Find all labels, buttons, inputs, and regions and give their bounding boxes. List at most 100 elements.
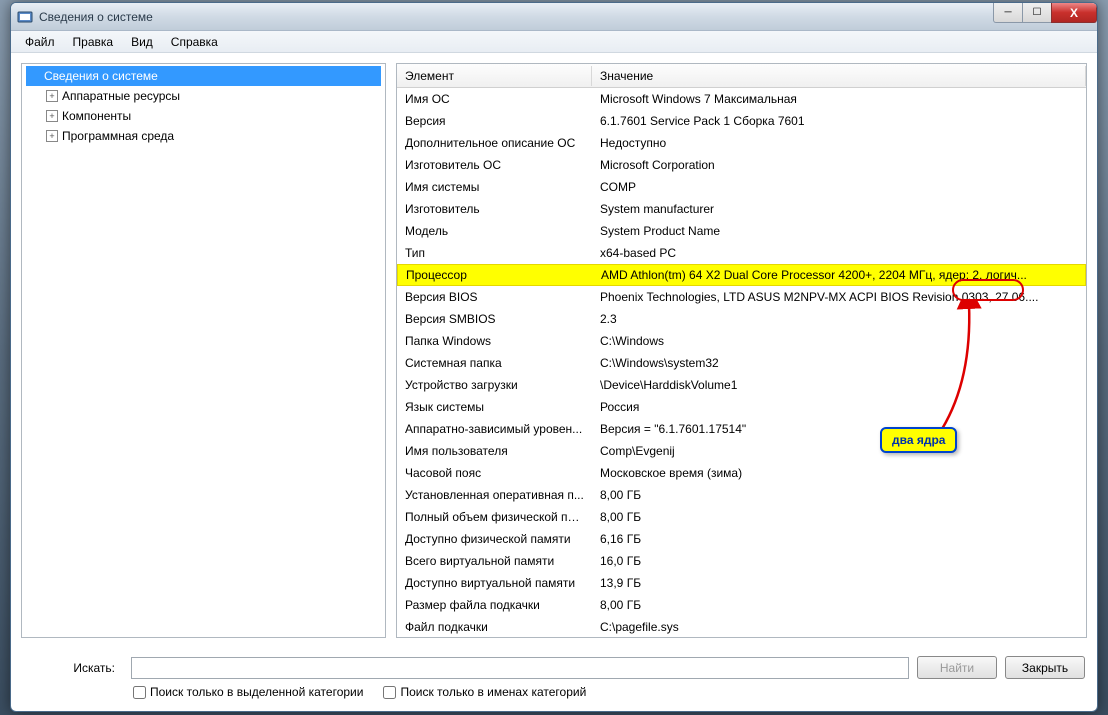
table-row[interactable]: Дополнительное описание ОСНедоступно bbox=[397, 132, 1086, 154]
tree-root-system-summary[interactable]: + Сведения о системе bbox=[26, 66, 381, 86]
cell-value: System Product Name bbox=[592, 224, 1086, 238]
cell-element: Файл подкачки bbox=[397, 620, 592, 634]
cell-value: 8,00 ГБ bbox=[592, 598, 1086, 612]
details-list[interactable]: Имя ОСMicrosoft Windows 7 МаксимальнаяВе… bbox=[397, 88, 1086, 637]
window-title: Сведения о системе bbox=[39, 10, 153, 24]
menu-file[interactable]: Файл bbox=[17, 33, 63, 51]
tree-components[interactable]: + Компоненты bbox=[44, 106, 381, 126]
cell-element: Дополнительное описание ОС bbox=[397, 136, 592, 150]
search-input[interactable] bbox=[131, 657, 909, 679]
menu-help[interactable]: Справка bbox=[163, 33, 226, 51]
category-tree[interactable]: + Сведения о системе + Аппаратные ресурс… bbox=[22, 64, 385, 148]
content-area: + Сведения о системе + Аппаратные ресурс… bbox=[11, 53, 1097, 648]
tree-software-environment[interactable]: + Программная среда bbox=[44, 126, 381, 146]
cell-value: COMP bbox=[592, 180, 1086, 194]
table-row[interactable]: Доступно виртуальной памяти13,9 ГБ bbox=[397, 572, 1086, 594]
table-row[interactable]: МодельSystem Product Name bbox=[397, 220, 1086, 242]
cell-value: System manufacturer bbox=[592, 202, 1086, 216]
details-header: Элемент Значение bbox=[397, 64, 1086, 88]
cell-value: 13,9 ГБ bbox=[592, 576, 1086, 590]
expand-icon[interactable]: + bbox=[46, 110, 58, 122]
table-row[interactable]: Версия6.1.7601 Service Pack 1 Сборка 760… bbox=[397, 110, 1086, 132]
cell-value: C:\Windows bbox=[592, 334, 1086, 348]
cell-element: Версия bbox=[397, 114, 592, 128]
tree-label: Программная среда bbox=[62, 129, 174, 143]
cell-value: Microsoft Corporation bbox=[592, 158, 1086, 172]
cell-value: Московское время (зима) bbox=[592, 466, 1086, 480]
table-row[interactable]: Часовой поясМосковское время (зима) bbox=[397, 462, 1086, 484]
cell-value: 16,0 ГБ bbox=[592, 554, 1086, 568]
cell-value: C:\pagefile.sys bbox=[592, 620, 1086, 634]
table-row[interactable]: Папка WindowsC:\Windows bbox=[397, 330, 1086, 352]
table-row[interactable]: Устройство загрузки\Device\HarddiskVolum… bbox=[397, 374, 1086, 396]
table-row[interactable]: Полный объем физической па...8,00 ГБ bbox=[397, 506, 1086, 528]
maximize-button[interactable]: ☐ bbox=[1022, 3, 1052, 23]
tree-pane: + Сведения о системе + Аппаратные ресурс… bbox=[21, 63, 386, 638]
menu-view[interactable]: Вид bbox=[123, 33, 161, 51]
table-row[interactable]: Установленная оперативная п...8,00 ГБ bbox=[397, 484, 1086, 506]
table-row[interactable]: Изготовитель ОСMicrosoft Corporation bbox=[397, 154, 1086, 176]
find-button[interactable]: Найти bbox=[917, 656, 997, 679]
search-label: Искать: bbox=[23, 661, 123, 675]
table-row[interactable]: Типx64-based PC bbox=[397, 242, 1086, 264]
table-row[interactable]: ИзготовительSystem manufacturer bbox=[397, 198, 1086, 220]
cell-element: Полный объем физической па... bbox=[397, 510, 592, 524]
cell-element: Размер файла подкачки bbox=[397, 598, 592, 612]
table-row[interactable]: Размер файла подкачки8,00 ГБ bbox=[397, 594, 1086, 616]
close-button[interactable]: X bbox=[1051, 3, 1097, 23]
cell-value: Microsoft Windows 7 Максимальная bbox=[592, 92, 1086, 106]
column-value[interactable]: Значение bbox=[592, 66, 1086, 86]
cell-element: Тип bbox=[397, 246, 592, 260]
minimize-button[interactable]: ─ bbox=[993, 3, 1023, 23]
cell-value: \Device\HarddiskVolume1 bbox=[592, 378, 1086, 392]
table-row[interactable]: Доступно физической памяти6,16 ГБ bbox=[397, 528, 1086, 550]
table-row[interactable]: ПроцессорAMD Athlon(tm) 64 X2 Dual Core … bbox=[397, 264, 1086, 286]
close-dialog-button[interactable]: Закрыть bbox=[1005, 656, 1085, 679]
checkbox-row: Поиск только в выделенной категории Поис… bbox=[23, 685, 1085, 699]
check-selected-category-box[interactable] bbox=[133, 686, 146, 699]
cell-element: Изготовитель bbox=[397, 202, 592, 216]
tree-hardware-resources[interactable]: + Аппаратные ресурсы bbox=[44, 86, 381, 106]
tree-label: Сведения о системе bbox=[44, 69, 158, 83]
cell-value: 6,16 ГБ bbox=[592, 532, 1086, 546]
cell-element: Доступно физической памяти bbox=[397, 532, 592, 546]
cell-element: Версия BIOS bbox=[397, 290, 592, 304]
table-row[interactable]: Версия SMBIOS2.3 bbox=[397, 308, 1086, 330]
cell-element: Процессор bbox=[398, 268, 593, 282]
cell-element: Часовой пояс bbox=[397, 466, 592, 480]
check-selected-category[interactable]: Поиск только в выделенной категории bbox=[133, 685, 363, 699]
table-row[interactable]: Файл подкачкиC:\pagefile.sys bbox=[397, 616, 1086, 637]
cell-element: Язык системы bbox=[397, 400, 592, 414]
cell-element: Аппаратно-зависимый уровен... bbox=[397, 422, 592, 436]
menu-edit[interactable]: Правка bbox=[65, 33, 122, 51]
cell-element: Доступно виртуальной памяти bbox=[397, 576, 592, 590]
table-row[interactable]: Аппаратно-зависимый уровен...Версия = "6… bbox=[397, 418, 1086, 440]
cell-element: Папка Windows bbox=[397, 334, 592, 348]
titlebar[interactable]: Сведения о системе ─ ☐ X bbox=[11, 3, 1097, 31]
expand-icon[interactable]: + bbox=[46, 90, 58, 102]
cell-value: Comp\Evgenij bbox=[592, 444, 1086, 458]
table-row[interactable]: Системная папкаC:\Windows\system32 bbox=[397, 352, 1086, 374]
details-pane: Элемент Значение Имя ОСMicrosoft Windows… bbox=[396, 63, 1087, 638]
table-row[interactable]: Язык системыРоссия bbox=[397, 396, 1086, 418]
cell-value: 2.3 bbox=[592, 312, 1086, 326]
cell-element: Системная папка bbox=[397, 356, 592, 370]
table-row[interactable]: Имя пользователяComp\Evgenij bbox=[397, 440, 1086, 462]
cell-value: 8,00 ГБ bbox=[592, 510, 1086, 524]
check-category-names[interactable]: Поиск только в именах категорий bbox=[383, 685, 586, 699]
cell-value: 6.1.7601 Service Pack 1 Сборка 7601 bbox=[592, 114, 1086, 128]
cell-value: x64-based PC bbox=[592, 246, 1086, 260]
table-row[interactable]: Версия BIOSPhoenix Technologies, LTD ASU… bbox=[397, 286, 1086, 308]
tree-label: Аппаратные ресурсы bbox=[62, 89, 180, 103]
cell-element: Версия SMBIOS bbox=[397, 312, 592, 326]
table-row[interactable]: Всего виртуальной памяти16,0 ГБ bbox=[397, 550, 1086, 572]
window-controls: ─ ☐ X bbox=[994, 3, 1097, 23]
check-category-names-box[interactable] bbox=[383, 686, 396, 699]
app-icon bbox=[17, 9, 33, 25]
expand-icon[interactable]: + bbox=[46, 130, 58, 142]
check-label: Поиск только в выделенной категории bbox=[150, 685, 363, 699]
table-row[interactable]: Имя системыCOMP bbox=[397, 176, 1086, 198]
table-row[interactable]: Имя ОСMicrosoft Windows 7 Максимальная bbox=[397, 88, 1086, 110]
column-element[interactable]: Элемент bbox=[397, 66, 592, 86]
tree-label: Компоненты bbox=[62, 109, 131, 123]
